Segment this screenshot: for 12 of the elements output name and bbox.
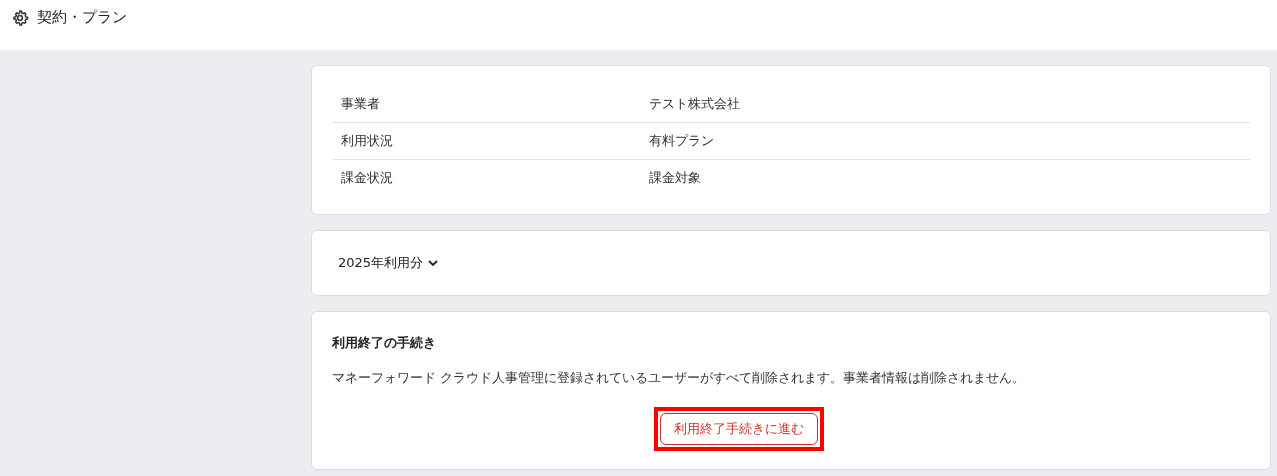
terminate-button[interactable]: 利用終了手続きに進む — [660, 413, 818, 445]
table-cell-text: テスト株式会社 — [648, 95, 740, 113]
table-cell-text: 有料プラン — [648, 132, 714, 150]
section-title: 利用終了の手続き — [332, 334, 437, 352]
page-title: 契約・プラン — [37, 8, 127, 27]
description: マネーフォワード クラウド人事管理に登録されているユーザーがすべて削除されます。事業者情報は削除されません。 — [332, 370, 1026, 387]
table-cell-text: 事業者 — [340, 95, 381, 113]
table-cell-text: 利用状況 — [340, 132, 394, 150]
usage-toggle[interactable]: 2025年利用分 — [338, 254, 439, 272]
settings-icon — [11, 9, 29, 27]
table-cell-text: 課金対象 — [648, 169, 701, 187]
table-cell-text: 課金状況 — [340, 169, 394, 187]
